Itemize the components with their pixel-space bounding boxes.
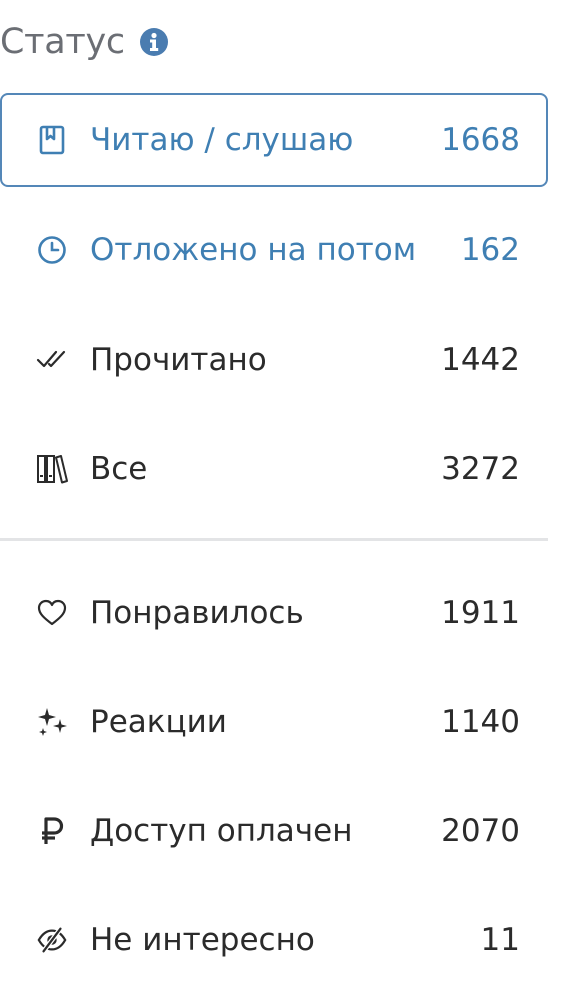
status-item-reactions[interactable]: Реакции 1140 xyxy=(0,675,548,769)
eye-slash-icon xyxy=(36,924,68,956)
bookshelf-icon xyxy=(36,453,68,485)
status-item-label: Понравилось xyxy=(90,595,304,631)
status-item-label: Читаю / слушаю xyxy=(90,122,354,158)
status-item-count: 3272 xyxy=(441,451,520,487)
status-item-liked[interactable]: Понравилось 1911 xyxy=(0,566,548,660)
ruble-icon xyxy=(36,815,68,847)
status-item-label: Все xyxy=(90,451,148,487)
status-item-all[interactable]: Все 3272 xyxy=(0,422,548,516)
status-item-read[interactable]: Прочитано 1442 xyxy=(0,313,548,407)
status-item-label: Прочитано xyxy=(90,342,267,378)
status-item-count: 1668 xyxy=(441,122,520,158)
heart-icon xyxy=(36,597,68,629)
status-item-label: Не интересно xyxy=(90,922,315,958)
status-item-label: Реакции xyxy=(90,704,227,740)
page-title: Статус xyxy=(0,22,125,62)
info-icon[interactable] xyxy=(139,27,169,57)
double-check-icon xyxy=(36,344,68,376)
sparkles-icon xyxy=(36,706,68,738)
status-item-count: 1911 xyxy=(441,595,520,631)
clock-icon xyxy=(36,234,68,266)
bookmark-book-icon xyxy=(36,124,68,156)
status-item-label: Доступ оплачен xyxy=(90,813,353,849)
status-item-reading[interactable]: Читаю / слушаю 1668 xyxy=(0,93,548,187)
status-item-label: Отложено на потом xyxy=(90,232,417,268)
status-item-count: 11 xyxy=(480,922,520,958)
status-item-paid[interactable]: Доступ оплачен 2070 xyxy=(0,784,548,878)
status-item-count: 1442 xyxy=(441,342,520,378)
status-item-count: 2070 xyxy=(441,813,520,849)
divider xyxy=(0,538,548,541)
status-item-count: 1140 xyxy=(441,704,520,740)
status-item-count: 162 xyxy=(460,232,520,268)
status-header: Статус xyxy=(0,16,169,68)
status-item-not-interested[interactable]: Не интересно 11 xyxy=(0,893,548,987)
status-item-later[interactable]: Отложено на потом 162 xyxy=(0,203,548,297)
